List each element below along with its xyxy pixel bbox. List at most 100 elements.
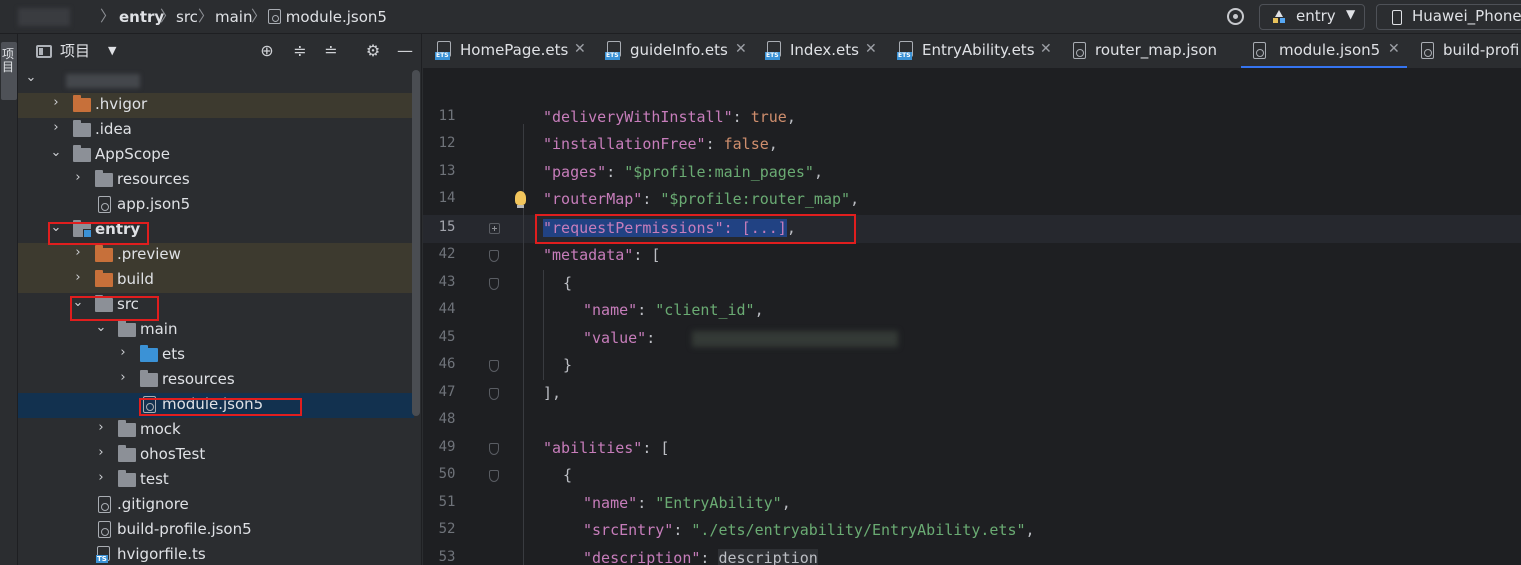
json-sep: : [732, 108, 751, 126]
tree-item[interactable]: ⌄ main [18, 318, 414, 343]
chevron-right-icon[interactable]: › [116, 370, 130, 385]
tab-index-ets[interactable]: Index.ets ✕ [753, 34, 885, 68]
json-file-icon [268, 9, 281, 24]
breadcrumb-main[interactable]: main [215, 6, 252, 28]
fold-icon[interactable] [489, 470, 499, 482]
chevron-right-icon[interactable]: › [94, 470, 108, 485]
gear-icon[interactable]: ⚙ [362, 40, 384, 62]
tree-item[interactable]: build-profile.json5 [18, 518, 414, 543]
fold-icon[interactable] [489, 250, 499, 262]
fold-icon[interactable] [489, 388, 499, 400]
close-icon[interactable]: ✕ [1388, 41, 1400, 57]
code-line[interactable]: 49 "abilities": [ [423, 435, 1521, 462]
fold-icon[interactable] [489, 278, 499, 290]
tree-root[interactable]: ⌄ [18, 68, 414, 93]
tree-item[interactable]: › ets [18, 343, 414, 368]
code-line[interactable]: 12 "installationFree": false, [423, 131, 1521, 158]
json-end: , [768, 135, 778, 153]
code-line[interactable]: 15 "requestPermissions": [...], [423, 214, 1521, 244]
chevron-right-icon[interactable]: › [49, 120, 63, 135]
tree-item[interactable]: › resources [18, 368, 414, 393]
tree-item[interactable]: app.json5 [18, 193, 414, 218]
code-line[interactable]: 46 } [423, 352, 1521, 379]
tab-build-profile[interactable]: build-profi [1409, 34, 1521, 68]
code-line[interactable]: 13 "pages": "$profile:main_pages", [423, 159, 1521, 186]
chevron-right-icon[interactable]: › [71, 170, 85, 185]
tab-guideinfo-ets[interactable]: guideInfo.ets ✕ [593, 34, 753, 68]
fold-icon[interactable] [489, 360, 499, 372]
tab-router-map-json[interactable]: router_map.json [1061, 34, 1241, 68]
project-panel-title[interactable]: 项目 [60, 40, 90, 61]
tab-entryability-ets[interactable]: EntryAbility.ets ✕ [885, 34, 1061, 68]
tree-item[interactable]: .gitignore [18, 493, 414, 518]
code-line[interactable]: 48 [423, 407, 1521, 434]
expand-fold-icon[interactable] [489, 223, 500, 234]
close-icon[interactable]: ✕ [735, 41, 747, 57]
target-icon[interactable] [1227, 8, 1244, 25]
expand-all-icon[interactable]: ≑ [289, 40, 311, 62]
chevron-down-icon[interactable]: ⌄ [24, 70, 38, 85]
breadcrumb-entry[interactable]: entry [119, 6, 164, 28]
code-line[interactable]: 14 "routerMap": "$profile:router_map", [423, 186, 1521, 213]
project-tool-window-tab[interactable]: 项目 [1, 42, 17, 100]
close-icon[interactable]: ✕ [865, 41, 877, 57]
code-text: { [563, 274, 573, 292]
code-text: "name": "EntryAbility", [583, 494, 791, 512]
json-sep: : [705, 135, 724, 153]
chevron-right-icon[interactable]: › [71, 245, 85, 260]
project-tree: ⌄ › .hvigor › .idea ⌄ AppScope › resourc… [18, 68, 414, 565]
breadcrumb-file[interactable]: module.json5 [268, 6, 387, 28]
code-line[interactable]: 42 "metadata": [ [423, 242, 1521, 269]
code-line[interactable]: 53 "description": description [423, 545, 1521, 565]
tree-item[interactable]: ⌄ AppScope [18, 143, 414, 168]
chevron-right-icon[interactable]: › [49, 95, 63, 110]
breadcrumb-src[interactable]: src [176, 6, 198, 28]
minimize-icon[interactable]: — [394, 40, 416, 62]
chevron-down-icon[interactable]: ⌄ [49, 145, 63, 160]
tab-label: Index.ets [790, 41, 859, 59]
code-line[interactable]: 52 "srcEntry": "./ets/entryability/Entry… [423, 517, 1521, 544]
folder-icon [73, 95, 91, 112]
code-area[interactable]: 11 "deliveryWithInstall": true, 12 "inst… [423, 104, 1521, 565]
code-line[interactable]: 50 { [423, 462, 1521, 489]
tab-homepage-ets[interactable]: HomePage.ets ✕ [423, 34, 593, 68]
json-value: "$profile:router_map" [660, 190, 851, 208]
folder-icon [73, 145, 91, 162]
line-number: 53 [438, 549, 456, 565]
collapse-all-icon[interactable]: ≐ [320, 40, 342, 62]
code-line[interactable]: 44 "name": "client_id", [423, 297, 1521, 324]
chevron-right-icon[interactable]: › [94, 420, 108, 435]
code-line[interactable]: 47 ], [423, 380, 1521, 407]
tab-module-json5[interactable]: module.json5 ✕ [1241, 34, 1407, 68]
json-sep: : [700, 549, 719, 565]
chevron-down-icon[interactable]: ⌄ [94, 320, 108, 335]
tree-item[interactable]: › build [18, 268, 414, 293]
run-configuration-select[interactable]: entry ▼ [1259, 4, 1365, 30]
crosshair-icon[interactable]: ⊕ [256, 40, 278, 62]
tree-item[interactable]: › mock [18, 418, 414, 443]
device-label: Huawei_Phone [1412, 7, 1521, 25]
tree-item[interactable]: › resources [18, 168, 414, 193]
code-line[interactable]: 11 "deliveryWithInstall": true, [423, 104, 1521, 131]
tree-item[interactable]: › test [18, 468, 414, 493]
tree-scrollbar[interactable] [412, 70, 420, 416]
tree-item[interactable]: › .idea [18, 118, 414, 143]
chevron-right-icon[interactable]: › [71, 270, 85, 285]
code-line[interactable]: 43 { [423, 270, 1521, 297]
chevron-right-icon[interactable]: › [94, 445, 108, 460]
fold-icon[interactable] [489, 443, 499, 455]
close-icon[interactable]: ✕ [1040, 41, 1052, 57]
tree-item[interactable]: › .hvigor [18, 93, 414, 118]
lightbulb-icon[interactable] [515, 191, 526, 208]
tree-item[interactable]: hvigorfile.ts [18, 543, 414, 565]
folder-icon [118, 445, 136, 462]
chevron-right-icon[interactable]: › [116, 345, 130, 360]
tree-item[interactable]: › .preview [18, 243, 414, 268]
tree-item[interactable]: › ohosTest [18, 443, 414, 468]
chevron-down-icon[interactable]: ▼ [108, 44, 116, 57]
device-select[interactable]: Huawei_Phone [1376, 4, 1521, 30]
code-line[interactable]: 45 "value": [423, 325, 1521, 352]
root-project-redacted [66, 74, 140, 88]
code-line[interactable]: 51 "name": "EntryAbility", [423, 490, 1521, 517]
close-icon[interactable]: ✕ [574, 41, 586, 57]
